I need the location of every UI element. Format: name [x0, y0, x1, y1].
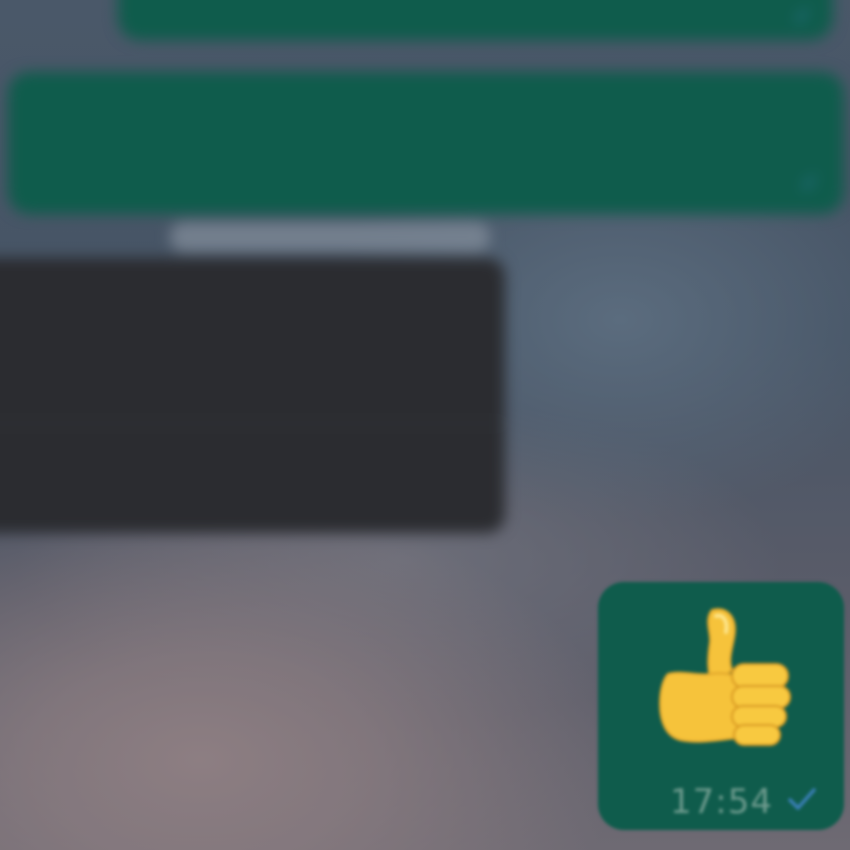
emoji-message-bubble[interactable]: 17:54	[598, 582, 844, 830]
read-tick-icon: ✓	[799, 170, 820, 197]
read-tick-icon	[788, 788, 816, 810]
outgoing-message-bubble[interactable]: ✓	[118, 0, 833, 40]
outgoing-message-bubble[interactable]: ✓	[8, 72, 844, 214]
divider	[0, 423, 505, 424]
message-time: 17:54	[670, 782, 773, 822]
thumbs-up-icon	[658, 608, 791, 746]
context-preview-panel[interactable]	[0, 258, 505, 533]
read-tick-icon: ✓	[792, 3, 813, 30]
context-menu-handle	[170, 222, 490, 252]
